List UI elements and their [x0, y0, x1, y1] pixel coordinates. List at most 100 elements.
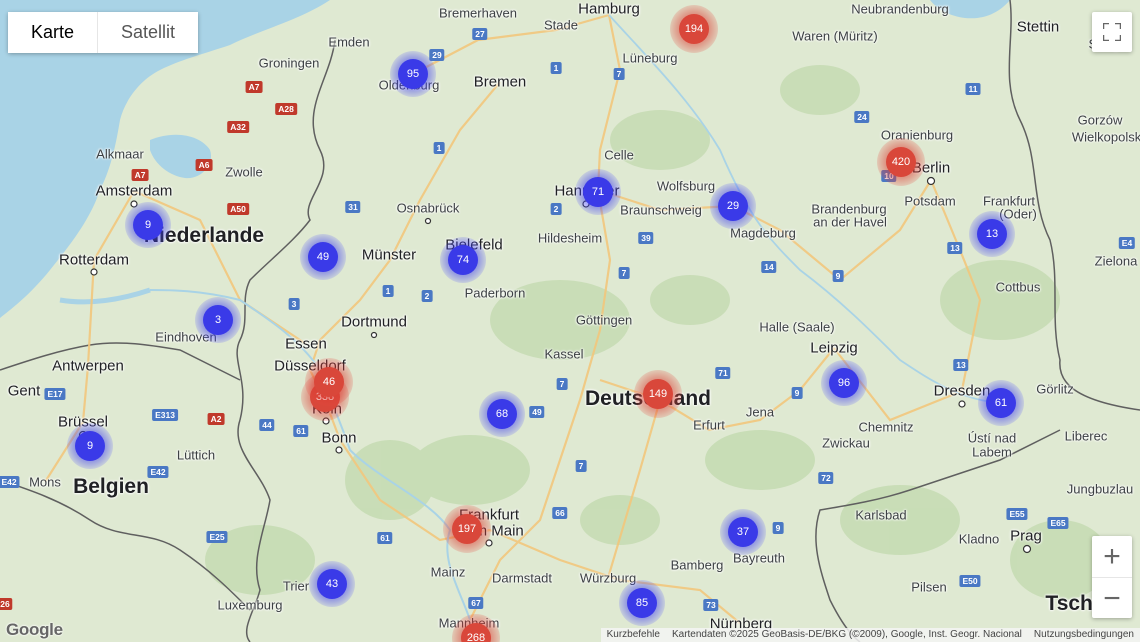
road-shield: E17 — [44, 388, 66, 400]
road-shield: 2 — [550, 203, 562, 215]
road-shield: A28 — [275, 103, 297, 115]
marker-cluster-blue[interactable]: 3 — [195, 297, 241, 343]
cluster-count: 420 — [886, 147, 916, 177]
marker-cluster-blue[interactable]: 29 — [710, 183, 756, 229]
road-shield: A7 — [131, 169, 149, 181]
marker-cluster-blue[interactable]: 95 — [390, 51, 436, 97]
cluster-count: 96 — [829, 368, 859, 398]
road-shield: 1 — [433, 142, 445, 154]
zoom-control: + − — [1092, 536, 1132, 618]
map-base-layer — [0, 0, 1140, 642]
road-shield: 73 — [703, 599, 719, 611]
road-shield: 61 — [377, 532, 393, 544]
marker-cluster-blue[interactable]: 9 — [125, 202, 171, 248]
road-shield: 29 — [429, 49, 445, 61]
road-shield: 71 — [715, 367, 731, 379]
fullscreen-icon — [1103, 23, 1121, 41]
marker-cluster-blue[interactable]: 71 — [575, 169, 621, 215]
marker-cluster-blue[interactable]: 43 — [309, 561, 355, 607]
road-shield: 9 — [832, 270, 844, 282]
cluster-count: 149 — [643, 379, 673, 409]
road-shield: 9 — [791, 387, 803, 399]
road-shield: 2 — [421, 290, 433, 302]
marker-cluster-blue[interactable]: 13 — [969, 211, 1015, 257]
cluster-count: 49 — [308, 242, 338, 272]
marker-cluster-red[interactable]: 46 — [305, 358, 353, 406]
road-shield: 14 — [761, 261, 777, 273]
road-shield: A32 — [227, 121, 249, 133]
road-shield: 7 — [575, 460, 587, 472]
marker-cluster-blue[interactable]: 61 — [978, 380, 1024, 426]
cluster-count: 37 — [728, 517, 758, 547]
rhine-estuary — [59, 287, 151, 305]
road-shield: 31 — [345, 201, 361, 213]
terms-link[interactable]: Nutzungsbedingungen — [1028, 628, 1140, 642]
zoom-out-button[interactable]: − — [1092, 578, 1132, 619]
cluster-count: 61 — [986, 388, 1016, 418]
cluster-count: 71 — [583, 177, 613, 207]
google-logo[interactable]: Google — [6, 620, 63, 640]
marker-cluster-red[interactable]: 194 — [670, 5, 718, 53]
cluster-count: 29 — [718, 191, 748, 221]
road-shield: E42 — [0, 476, 20, 488]
map-type-satellit-button[interactable]: Satellit — [98, 12, 199, 53]
road-shield: 7 — [556, 378, 568, 390]
cluster-count: 13 — [977, 219, 1007, 249]
cluster-count: 74 — [448, 245, 478, 275]
road-shield: 66 — [552, 507, 568, 519]
cluster-count: 46 — [314, 367, 344, 397]
cluster-count: 85 — [627, 588, 657, 618]
shortcuts-link[interactable]: Kurzbefehle — [601, 628, 666, 642]
border-nl-be — [0, 342, 241, 381]
road-shield: 9 — [772, 522, 784, 534]
road-shield: 1 — [550, 62, 562, 74]
marker-cluster-blue[interactable]: 68 — [479, 391, 525, 437]
marker-cluster-red[interactable]: 420 — [877, 138, 925, 186]
cluster-count: 68 — [487, 399, 517, 429]
road-shield: 67 — [468, 597, 484, 609]
map-canvas[interactable]: NiederlandeDeutschlandBelgienTscheHambur… — [0, 0, 1140, 642]
marker-cluster-blue[interactable]: 85 — [619, 580, 665, 626]
road-shield: 44 — [259, 419, 275, 431]
road-shield: 7 — [618, 267, 630, 279]
marker-cluster-blue[interactable]: 74 — [440, 237, 486, 283]
marker-cluster-blue[interactable]: 96 — [821, 360, 867, 406]
marker-cluster-red[interactable]: 197 — [443, 505, 491, 553]
road-shield: 13 — [953, 359, 969, 371]
baltic-water — [930, 0, 1010, 19]
map-type-karte-button[interactable]: Karte — [8, 12, 99, 53]
marker-cluster-blue[interactable]: 9 — [67, 423, 113, 469]
ijsselmeer-water — [150, 134, 211, 179]
road-shield: 27 — [472, 28, 488, 40]
cluster-count: 197 — [452, 514, 482, 544]
marker-cluster-red[interactable]: 149 — [634, 370, 682, 418]
cluster-count: 194 — [679, 14, 709, 44]
road-shield: 1 — [382, 285, 394, 297]
attribution-text: Kartendaten ©2025 GeoBasis-DE/BKG (©2009… — [671, 629, 1022, 640]
road-shield: 3 — [288, 298, 300, 310]
cluster-count: 9 — [75, 431, 105, 461]
marker-cluster-blue[interactable]: 37 — [720, 509, 766, 555]
road-shield: 13 — [947, 242, 963, 254]
map-type-toggle: Karte Satellit — [8, 12, 199, 53]
road-shield: 49 — [529, 406, 545, 418]
fullscreen-button[interactable] — [1092, 12, 1132, 52]
zoom-in-button[interactable]: + — [1092, 536, 1132, 578]
road-shield: E25 — [206, 531, 228, 543]
cluster-count: 268 — [461, 623, 491, 642]
marker-cluster-blue[interactable]: 49 — [300, 234, 346, 280]
road-shield: E50 — [959, 575, 981, 587]
cluster-count: 95 — [398, 59, 428, 89]
cluster-count: 43 — [317, 569, 347, 599]
map-footer: Kurzbefehle Kartendaten ©2025 GeoBasis-D… — [600, 628, 1140, 642]
road-shield: E42 — [147, 466, 169, 478]
road-shield: E65 — [1047, 517, 1069, 529]
cluster-count: 9 — [133, 210, 163, 240]
road-shield: A6 — [195, 159, 213, 171]
border-de-pl — [1008, 0, 1140, 411]
road-shield: 61 — [293, 425, 309, 437]
road-shield: 72 — [818, 472, 834, 484]
road-shield: 7 — [613, 68, 625, 80]
road-shield: E55 — [1006, 508, 1028, 520]
road-shield: 24 — [854, 111, 870, 123]
